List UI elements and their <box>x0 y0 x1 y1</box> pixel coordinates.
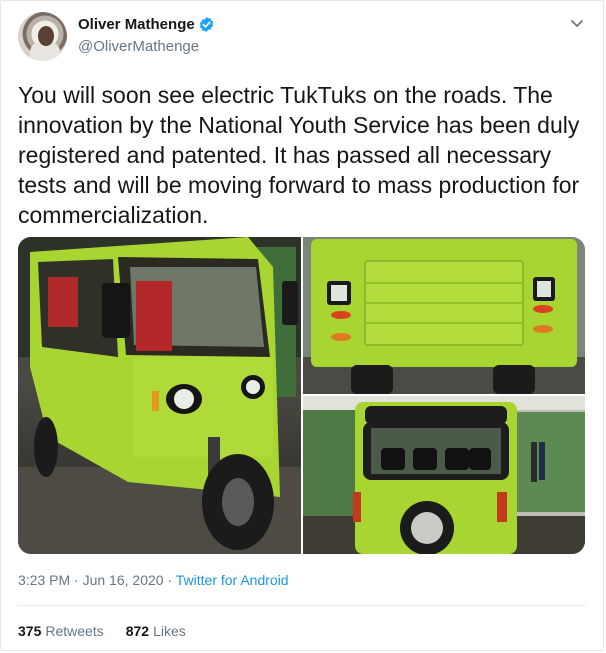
tweet-stats: 375 Retweets 872 Likes <box>18 623 208 639</box>
tweet-time[interactable]: 3:23 PM <box>18 572 70 588</box>
tuktuk-back-interior-photo[interactable] <box>303 396 585 554</box>
tweet-media-grid <box>18 237 585 554</box>
retweets-stat[interactable]: 375 Retweets <box>18 623 104 639</box>
tweet-source-link[interactable]: Twitter for Android <box>176 572 289 588</box>
meta-separator: · <box>167 572 173 588</box>
tuktuk-front-illustration <box>18 237 301 554</box>
avatar-face <box>38 26 54 46</box>
avatar[interactable] <box>18 12 67 61</box>
author-display-name[interactable]: Oliver Mathenge <box>78 16 195 33</box>
divider <box>18 605 586 606</box>
tweet-card: Oliver Mathenge @OliverMathenge You will… <box>0 0 604 651</box>
retweets-label: Retweets <box>45 623 104 639</box>
author-handle[interactable]: @OliverMathenge <box>78 38 199 55</box>
likes-label: Likes <box>153 623 186 639</box>
author-name-row: Oliver Mathenge <box>78 16 215 33</box>
tweet-text: You will soon see electric TukTuks on th… <box>18 82 580 228</box>
tweet-date[interactable]: Jun 16, 2020 <box>83 572 164 588</box>
tuktuk-rear-illustration <box>303 237 585 394</box>
likes-count: 872 <box>125 623 150 639</box>
tuktuk-front-photo[interactable] <box>18 237 301 554</box>
meta-separator: · <box>74 572 79 588</box>
verified-badge-icon <box>199 17 213 32</box>
chevron-down-icon[interactable] <box>569 15 585 31</box>
tuktuk-rear-photo[interactable] <box>303 237 585 394</box>
tuktuk-back-interior-illustration <box>303 396 585 554</box>
likes-stat[interactable]: 872 Likes <box>126 623 186 639</box>
retweets-count: 375 <box>18 623 42 639</box>
tweet-meta: 3:23 PM · Jun 16, 2020 · Twitter for And… <box>18 572 289 588</box>
